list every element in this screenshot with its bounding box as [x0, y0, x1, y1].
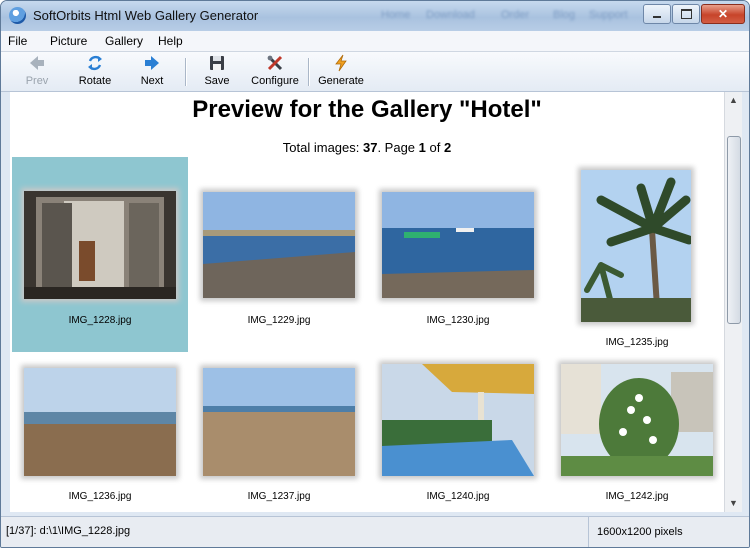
gallery-item[interactable]: IMG_1235.jpg — [549, 157, 724, 352]
gallery-item[interactable]: IMG_1242.jpg — [549, 360, 724, 512]
prev-label: Prev — [25, 75, 49, 87]
scroll-down-icon[interactable]: ▼ — [725, 495, 742, 512]
status-bar: [1/37]: d:\1\IMG_1228.jpg 1600x1200 pixe… — [1, 516, 749, 547]
right-arrow-icon — [145, 56, 159, 70]
thumbnail-caption: IMG_1230.jpg — [426, 315, 490, 326]
left-arrow-icon — [30, 56, 44, 70]
gallery-item[interactable]: IMG_1237.jpg — [191, 360, 367, 512]
close-button[interactable]: ✕ — [701, 4, 745, 24]
gallery-item[interactable]: IMG_1230.jpg — [370, 157, 546, 352]
background-text: Download — [426, 9, 475, 21]
photo-thumbnail[interactable] — [581, 170, 691, 322]
rotate-button[interactable]: Rotate — [74, 54, 116, 89]
window-title: SoftOrbits Html Web Gallery Generator — [33, 8, 259, 23]
page-label: . Page — [377, 140, 419, 155]
menu-bar: File Picture Gallery Help — [1, 31, 749, 52]
configure-label: Configure — [251, 75, 299, 87]
background-text: Support — [589, 9, 628, 21]
save-button[interactable]: Save — [200, 54, 234, 89]
rotate-label: Rotate — [78, 75, 112, 87]
thumbnail-caption: IMG_1229.jpg — [247, 315, 311, 326]
photo-thumbnail[interactable] — [24, 368, 176, 476]
save-label: Save — [204, 75, 230, 87]
shore-photo — [24, 368, 176, 476]
scroll-up-icon[interactable]: ▲ — [725, 92, 742, 109]
sea-photo — [382, 192, 534, 298]
thumbnail-caption: IMG_1237.jpg — [247, 491, 311, 502]
thumbnail-caption: IMG_1228.jpg — [68, 315, 132, 326]
menu-file[interactable]: File — [8, 34, 27, 48]
background-text: Home — [381, 9, 411, 21]
configure-button[interactable]: Configure — [248, 54, 302, 89]
photo-thumbnail[interactable] — [561, 364, 713, 476]
generate-label: Generate — [318, 75, 364, 87]
thumbnail-caption: IMG_1236.jpg — [68, 491, 132, 502]
garden-photo — [561, 364, 713, 476]
photo-thumbnail[interactable] — [203, 192, 355, 298]
lobby-photo — [24, 191, 176, 299]
thumbnail-caption: IMG_1242.jpg — [605, 491, 669, 502]
sand-photo — [203, 368, 355, 476]
thumbnail-caption: IMG_1235.jpg — [605, 337, 669, 348]
gallery-title: Preview for the Gallery "Hotel" — [192, 96, 542, 123]
minimize-button[interactable] — [643, 4, 671, 24]
title-bar[interactable]: SoftOrbits Html Web Gallery Generator Ho… — [1, 1, 749, 31]
generate-button[interactable]: Generate — [316, 54, 366, 89]
vertical-scrollbar[interactable]: ▲ ▼ — [724, 92, 742, 512]
tools-icon — [267, 55, 283, 71]
pool-photo — [382, 364, 534, 476]
photo-thumbnail[interactable] — [203, 368, 355, 476]
menu-picture[interactable]: Picture — [50, 34, 87, 48]
beach-photo — [203, 192, 355, 298]
minimize-icon — [653, 16, 661, 18]
app-logo-icon — [9, 7, 26, 24]
floppy-disk-icon — [210, 56, 224, 70]
page-number: 1 — [418, 140, 426, 155]
gallery-item[interactable]: IMG_1236.jpg — [12, 360, 188, 512]
status-file-info: [1/37]: d:\1\IMG_1228.jpg — [6, 525, 131, 537]
total-label: Total images: — [282, 140, 363, 155]
prev-button[interactable]: Prev — [19, 54, 55, 89]
background-text: Blog — [553, 9, 576, 21]
gallery-item[interactable]: IMG_1229.jpg — [191, 157, 367, 352]
scrollbar-thumb[interactable] — [727, 136, 741, 324]
maximize-button[interactable] — [672, 4, 700, 24]
toolbar-separator — [308, 58, 310, 86]
thumbnail-caption: IMG_1240.jpg — [426, 491, 490, 502]
gallery-item[interactable]: IMG_1228.jpg — [12, 157, 188, 352]
lightning-icon — [335, 54, 347, 72]
page-count: 2 — [443, 140, 452, 155]
next-button[interactable]: Next — [134, 54, 170, 89]
maximize-icon — [681, 9, 692, 19]
status-dimensions: 1600x1200 pixels — [588, 517, 683, 547]
of-label: of — [425, 140, 444, 155]
rotate-icon — [88, 55, 102, 71]
gallery-item[interactable]: IMG_1240.jpg — [370, 360, 546, 512]
app-window: SoftOrbits Html Web Gallery Generator Ho… — [0, 0, 750, 548]
menu-help[interactable]: Help — [158, 34, 183, 48]
toolbar-separator — [185, 58, 187, 86]
total-images: 37 — [362, 140, 378, 155]
menu-gallery[interactable]: Gallery — [105, 34, 143, 48]
palm-tree-photo — [581, 170, 691, 322]
next-label: Next — [140, 75, 164, 87]
photo-thumbnail[interactable] — [24, 191, 176, 299]
close-icon: ✕ — [717, 7, 729, 21]
photo-thumbnail[interactable] — [382, 364, 534, 476]
gallery-summary: Total images: 37. Page 1 of 2 — [10, 140, 724, 155]
photo-thumbnail[interactable] — [382, 192, 534, 298]
gallery-preview[interactable]: Preview for the Gallery "Hotel" Total im… — [10, 92, 724, 512]
toolbar: Prev Rotate Next Save Configure Generate — [1, 52, 749, 92]
background-text: Order — [501, 9, 530, 21]
